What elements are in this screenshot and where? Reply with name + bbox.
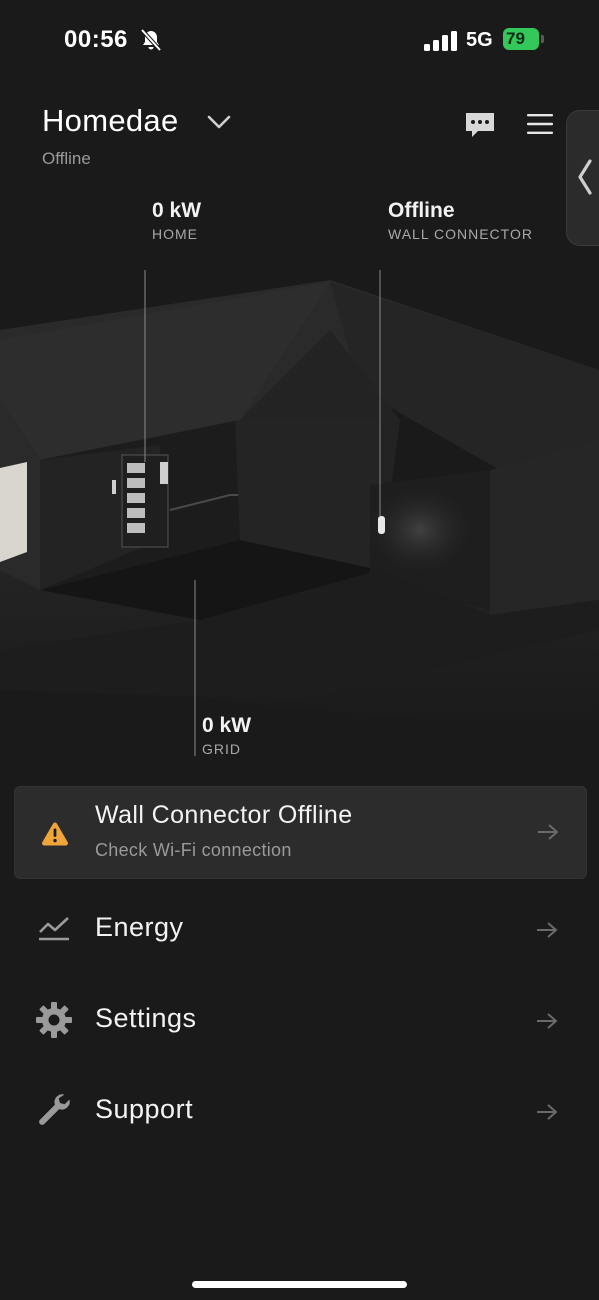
arrow-right-icon [537, 922, 558, 938]
chevron-down-icon[interactable] [206, 112, 232, 132]
home-power-value: 0 kW [152, 199, 202, 222]
chevron-left-icon [578, 159, 592, 195]
chat-icon[interactable] [464, 111, 496, 139]
wrench-icon [39, 1094, 70, 1125]
wall-connector-status-value: Offline [388, 199, 455, 222]
arrow-right-icon [537, 1013, 558, 1029]
site-title[interactable]: Homedae [42, 103, 179, 139]
wall-connector-label: WALL CONNECTOR [388, 226, 533, 242]
bell-slash-icon [140, 28, 162, 52]
menu-item-energy-label: Energy [95, 912, 184, 942]
site-status: Offline [42, 149, 91, 168]
status-time: 00:56 [64, 26, 128, 53]
network-type: 5G [466, 29, 493, 51]
side-panel-handle[interactable] [566, 110, 599, 246]
menu-item-energy[interactable]: Energy [0, 894, 599, 964]
arrow-right-icon [538, 824, 559, 840]
alert-subtitle: Check Wi-Fi connection [95, 840, 292, 860]
cellular-signal-icon [424, 31, 457, 51]
home-indicator[interactable] [192, 1281, 407, 1288]
energy-chart-icon [39, 917, 69, 941]
warning-triangle-icon [42, 822, 68, 846]
arrow-right-icon [537, 1104, 558, 1120]
battery-charging-icon: 79 [503, 28, 545, 52]
menu-item-settings[interactable]: Settings [0, 984, 599, 1054]
grid-power-label: GRID [202, 741, 241, 757]
menu-item-support[interactable]: Support [0, 1075, 599, 1145]
home-power-label: HOME [152, 226, 198, 242]
hamburger-menu-icon[interactable] [527, 113, 553, 135]
alert-title: Wall Connector Offline [95, 801, 353, 829]
menu-item-support-label: Support [95, 1094, 194, 1124]
house-scene-illustration [0, 270, 599, 756]
wall-connector-offline-alert[interactable]: Wall Connector Offline Check Wi-Fi conne… [14, 786, 587, 879]
gear-icon [36, 1002, 72, 1038]
grid-power-value: 0 kW [202, 714, 252, 737]
menu-item-settings-label: Settings [95, 1003, 197, 1033]
battery-level: 79 [506, 29, 525, 48]
